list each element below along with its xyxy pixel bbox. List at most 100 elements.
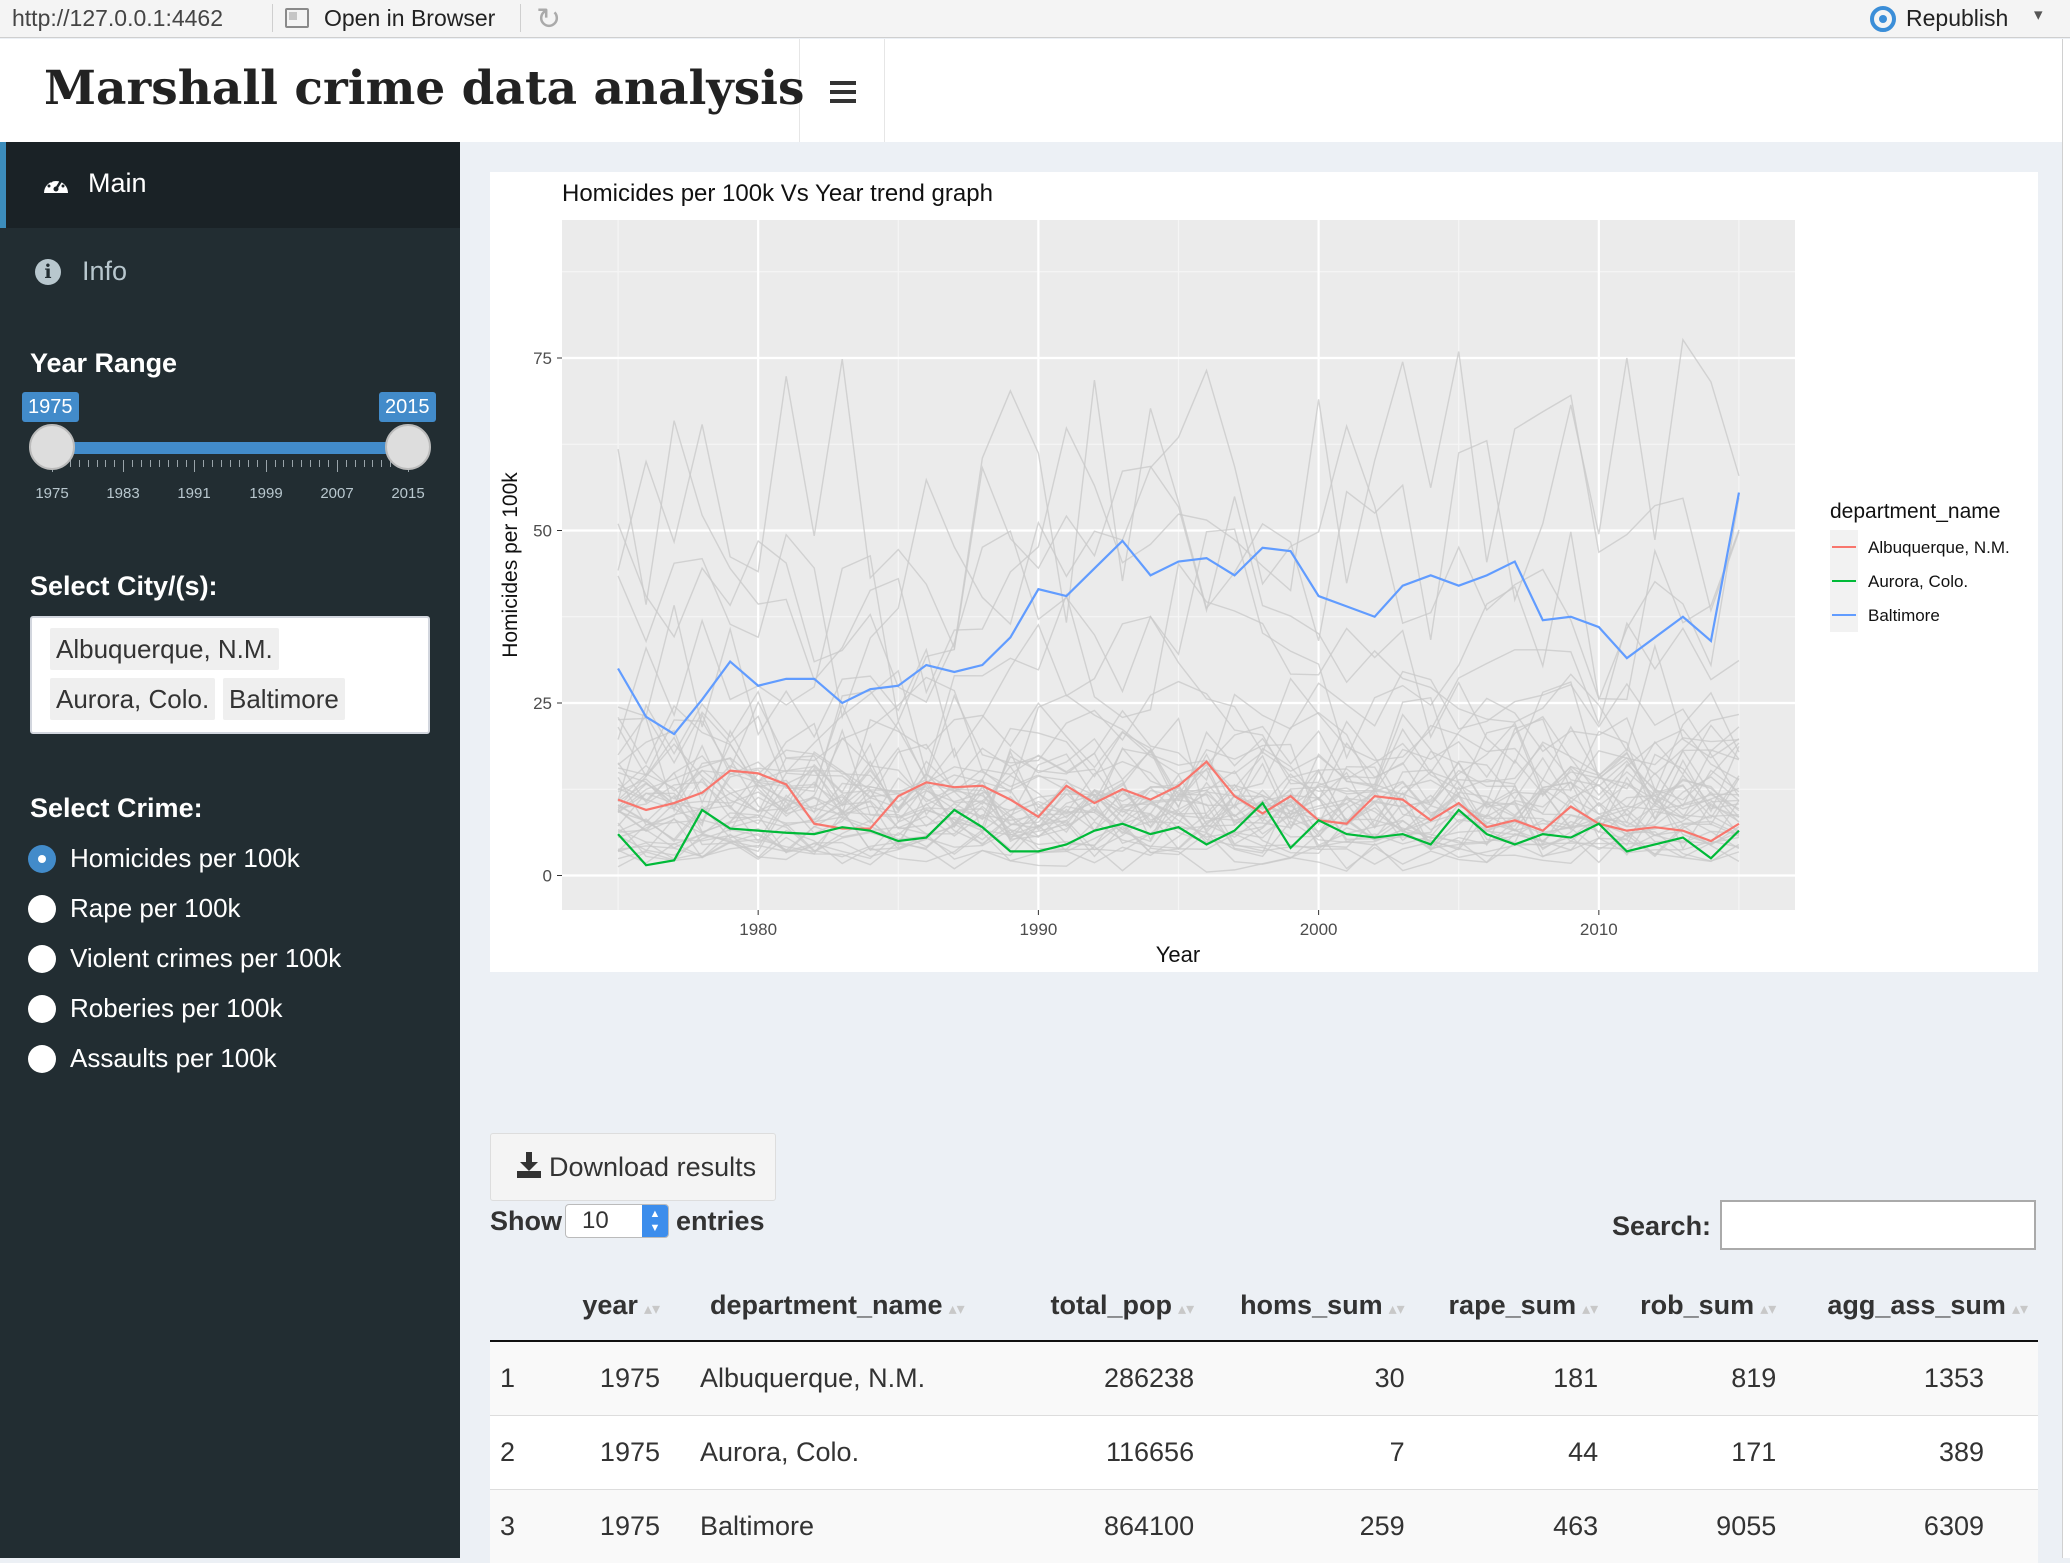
legend-label: Albuquerque, N.M. bbox=[1868, 538, 2010, 557]
plot-panel: Homicides per 100k Vs Year trend graph 1… bbox=[490, 172, 2038, 972]
entries-select[interactable]: 10 ▲▼ bbox=[565, 1204, 669, 1238]
select-spinner-icon: ▲▼ bbox=[642, 1205, 668, 1237]
table-cell: Baltimore bbox=[670, 1490, 1018, 1563]
x-axis-title: Year bbox=[1156, 942, 1200, 967]
table-cell: 1975 bbox=[550, 1490, 670, 1563]
slider-tick bbox=[355, 460, 356, 467]
city-chip[interactable]: Baltimore bbox=[223, 678, 345, 720]
radio-label[interactable]: Roberies per 100k bbox=[70, 993, 282, 1024]
trend-chart: Homicides per 100k Vs Year trend graph 1… bbox=[490, 172, 2038, 972]
table-row[interactable]: 3 1975 Baltimore 864100 259 463 9055 630… bbox=[490, 1490, 2038, 1563]
slider-tick bbox=[159, 460, 160, 467]
show-label: Show bbox=[490, 1206, 562, 1237]
sort-icon: ▴▾ bbox=[2012, 1301, 2028, 1318]
radio-label[interactable]: Violent crimes per 100k bbox=[70, 943, 341, 974]
x-tick-label: 2000 bbox=[1300, 920, 1338, 939]
column-header-agg-ass-sum[interactable]: agg_ass_sum▴▾ bbox=[1786, 1270, 2038, 1341]
download-results-button[interactable]: Download results bbox=[490, 1133, 776, 1201]
slider-tick bbox=[337, 460, 338, 472]
radio-roberies[interactable] bbox=[28, 995, 56, 1023]
y-tick-label: 50 bbox=[533, 522, 552, 541]
slider-to-handle[interactable] bbox=[385, 424, 431, 470]
column-header-total-pop[interactable]: total_pop ▴▾ bbox=[1018, 1270, 1205, 1341]
table-cell: Albuquerque, N.M. bbox=[670, 1341, 1018, 1416]
city-chip[interactable]: Aurora, Colo. bbox=[50, 678, 215, 720]
slider-track[interactable] bbox=[52, 442, 408, 454]
republish-button[interactable]: Republish bbox=[1906, 5, 2008, 32]
toolbar-divider bbox=[272, 4, 273, 32]
slider-tick bbox=[132, 460, 133, 467]
radio-label[interactable]: Rape per 100k bbox=[70, 893, 241, 924]
slider-tick bbox=[310, 460, 311, 467]
chevron-down-icon[interactable]: ▾ bbox=[2034, 5, 2043, 25]
column-header-year[interactable]: year▴▾ bbox=[550, 1270, 670, 1341]
slider-tick bbox=[301, 460, 302, 467]
column-header-rape-sum[interactable]: rape_sum▴▾ bbox=[1415, 1270, 1609, 1341]
table-row[interactable]: 1 1975 Albuquerque, N.M. 286238 30 181 8… bbox=[490, 1341, 2038, 1416]
table-cell: 171 bbox=[1608, 1416, 1786, 1490]
column-header-label: year bbox=[582, 1290, 638, 1320]
header-logo: Marshall crime data analysis bbox=[0, 39, 800, 142]
slider-tick bbox=[292, 460, 293, 467]
radio-label[interactable]: Assaults per 100k bbox=[70, 1043, 277, 1074]
slider-tick bbox=[372, 460, 373, 467]
sidebar-item-label: Info bbox=[82, 256, 127, 287]
info-icon: i bbox=[35, 259, 61, 285]
sidebar-toggle-button[interactable] bbox=[800, 39, 885, 142]
legend-title: department_name bbox=[1830, 500, 2000, 523]
slider-tick bbox=[275, 460, 276, 467]
dashboard-icon bbox=[42, 173, 70, 195]
table-header-row: year▴▾ department_name▴▾ total_pop▴▾ hom… bbox=[490, 1270, 2038, 1341]
open-in-browser-button[interactable]: Open in Browser bbox=[324, 5, 495, 32]
hamburger-icon bbox=[830, 81, 856, 85]
table-cell: 259 bbox=[1204, 1490, 1415, 1563]
slider-tick bbox=[79, 460, 80, 467]
app-header: Marshall crime data analysis bbox=[0, 39, 2062, 142]
table-row[interactable]: 2 1975 Aurora, Colo. 116656 7 44 171 389 bbox=[490, 1416, 2038, 1490]
radio-assaults[interactable] bbox=[28, 1045, 56, 1073]
url-text[interactable]: http://127.0.0.1:4462 bbox=[12, 5, 223, 32]
city-chip[interactable]: Albuquerque, N.M. bbox=[50, 628, 279, 670]
radio-label[interactable]: Homicides per 100k bbox=[70, 843, 300, 874]
sidebar-item-info[interactable]: i Info bbox=[0, 230, 460, 316]
sidebar-item-label: Main bbox=[88, 168, 147, 199]
x-tick-label: 1990 bbox=[1019, 920, 1057, 939]
sidebar-item-main[interactable]: Main bbox=[0, 142, 460, 228]
slider-tick bbox=[364, 460, 365, 467]
column-header-department-name[interactable]: department_name▴▾ bbox=[670, 1270, 1018, 1341]
sort-icon: ▴▾ bbox=[1582, 1301, 1598, 1318]
slider-tick-label: 1975 bbox=[22, 485, 82, 502]
slider-from-handle[interactable] bbox=[29, 424, 75, 470]
column-header-label: total_pop bbox=[1051, 1290, 1173, 1320]
sort-icon: ▴▾ bbox=[1389, 1301, 1405, 1318]
slider-tick bbox=[239, 460, 240, 467]
chart-title: Homicides per 100k Vs Year trend graph bbox=[562, 180, 993, 207]
slider-tick-label: 2007 bbox=[307, 485, 367, 502]
column-header-label: homs_sum bbox=[1240, 1290, 1383, 1320]
table-cell: 9055 bbox=[1608, 1490, 1786, 1563]
sort-icon: ▴▾ bbox=[1178, 1301, 1194, 1318]
city-select-input[interactable]: Albuquerque, N.M. Aurora, Colo. Baltimor… bbox=[30, 616, 430, 734]
table-cell: 30 bbox=[1204, 1341, 1415, 1416]
column-header-rob-sum[interactable]: rob_sum▴▾ bbox=[1608, 1270, 1786, 1341]
y-tick-label: 0 bbox=[543, 867, 552, 886]
radio-homicides[interactable] bbox=[28, 845, 56, 873]
column-header-homs-sum[interactable]: homs_sum ▴▾ bbox=[1204, 1270, 1415, 1341]
open-in-browser-icon[interactable] bbox=[285, 8, 309, 28]
radio-rape[interactable] bbox=[28, 895, 56, 923]
slider-tick bbox=[381, 460, 382, 467]
slider-tick bbox=[283, 460, 284, 467]
publish-icon[interactable] bbox=[1870, 6, 1896, 32]
slider-tick bbox=[221, 460, 222, 467]
y-axis-title: Homicides per 100k bbox=[499, 472, 522, 658]
search-input[interactable] bbox=[1720, 1200, 2036, 1250]
slider-tick bbox=[230, 460, 231, 467]
column-header-index[interactable] bbox=[490, 1270, 550, 1341]
slider-tick bbox=[123, 460, 124, 472]
refresh-icon[interactable]: ↻ bbox=[536, 2, 561, 37]
radio-violent-crimes[interactable] bbox=[28, 945, 56, 973]
table-cell: 181 bbox=[1415, 1341, 1609, 1416]
table-cell: Aurora, Colo. bbox=[670, 1416, 1018, 1490]
table-cell: 1975 bbox=[550, 1416, 670, 1490]
table-cell: 1975 bbox=[550, 1341, 670, 1416]
